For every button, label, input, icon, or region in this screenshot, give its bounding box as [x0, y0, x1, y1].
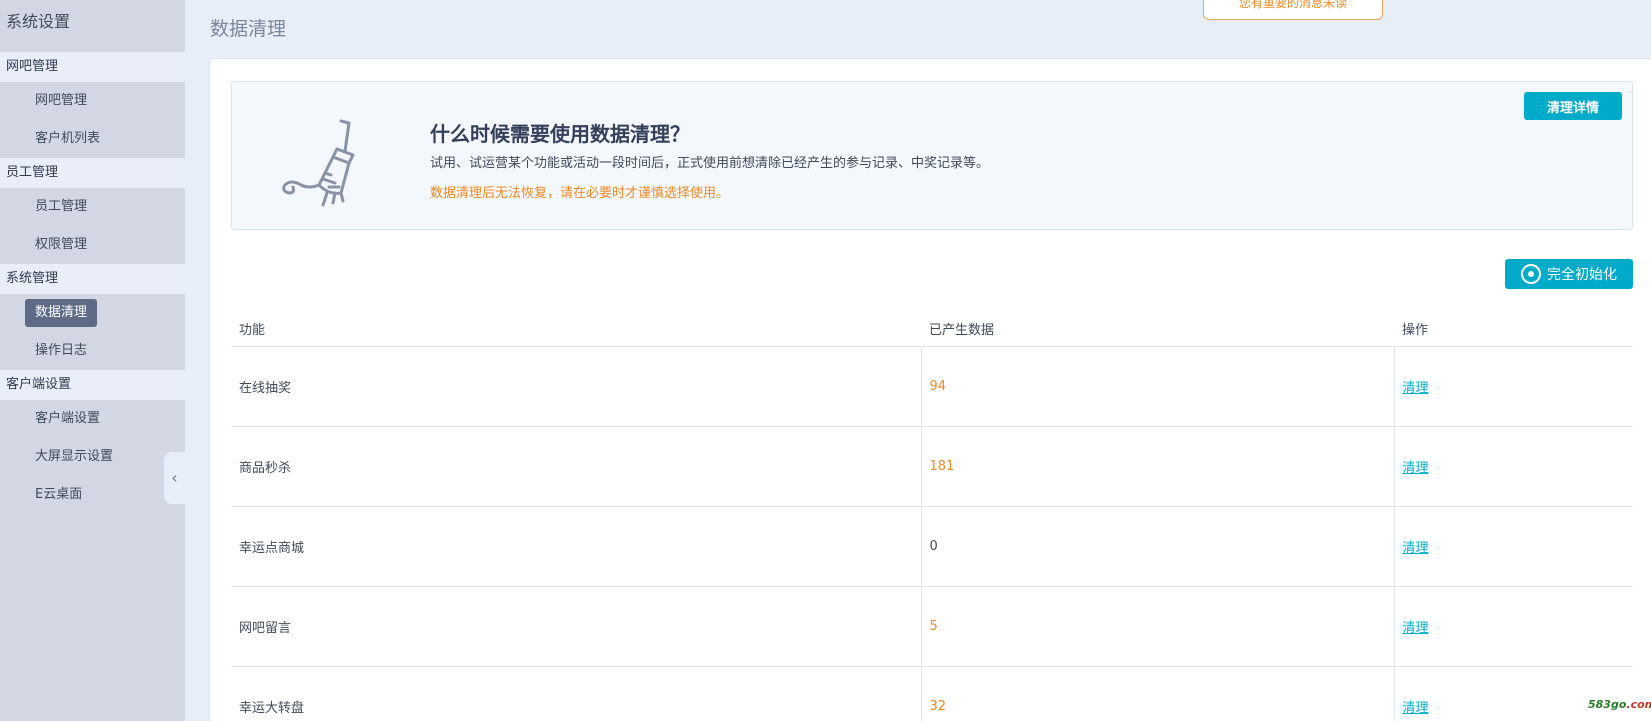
sidebar-item-label: E云桌面: [35, 487, 83, 502]
chevron-left-icon: ‹: [171, 468, 178, 487]
sidebar-item-label: 客户端设置: [35, 411, 101, 426]
data-count: 32: [920, 666, 1395, 721]
target-icon: [1521, 264, 1541, 284]
feature-name: 在线抽奖: [231, 346, 921, 427]
table-row: 商品秒杀 181 清理: [231, 426, 1633, 507]
watermark-suffix: .com: [1626, 698, 1651, 711]
sidebar-group-system: 系统管理: [0, 264, 185, 294]
feature-name: 商品秒杀: [231, 426, 921, 507]
clean-link[interactable]: 清理: [1403, 701, 1429, 716]
watermark-prefix: 583go: [1588, 698, 1627, 711]
data-count: 0: [920, 506, 1395, 587]
sidebar-item-label: 网吧管理: [35, 93, 88, 108]
sidebar-item-screen-settings[interactable]: 大屏显示设置: [0, 438, 185, 476]
sidebar-item-data-cleanup[interactable]: 数据清理: [0, 294, 185, 332]
sidebar-item-operation-log[interactable]: 操作日志: [0, 332, 185, 370]
data-count: 181: [920, 426, 1395, 507]
clean-link[interactable]: 清理: [1403, 461, 1429, 476]
notification-toast[interactable]: 您有重要的消息未读: [1203, 0, 1383, 20]
sidebar-item-netbar-manage[interactable]: 网吧管理: [0, 82, 185, 120]
column-header-count: 已产生数据: [921, 312, 1394, 347]
table-header-row: 功能 已产生数据 操作: [231, 312, 1633, 347]
info-description: 试用、试运营某个功能或活动一段时间后，正式使用前想清除已经产生的参与记录、中奖记…: [430, 156, 990, 171]
table-row: 网吧留言 5 清理: [231, 586, 1633, 667]
column-header-feature: 功能: [231, 312, 921, 347]
sidebar-item-label: 数据清理: [25, 299, 98, 327]
page-title: 数据清理: [210, 18, 287, 40]
info-title: 什么时候需要使用数据清理？: [430, 122, 690, 146]
sidebar-item-client-list[interactable]: 客户机列表: [0, 120, 185, 158]
full-init-label: 完全初始化: [1547, 267, 1617, 283]
feature-name: 幸运点商城: [231, 506, 921, 587]
info-warning: 数据清理后无法恢复，请在必要时才谨慎选择使用。: [430, 186, 730, 201]
clean-link[interactable]: 清理: [1403, 541, 1429, 556]
sidebar-item-staff-manage[interactable]: 员工管理: [0, 188, 185, 226]
broom-icon: [282, 119, 355, 207]
sidebar-item-label: 权限管理: [35, 237, 88, 252]
sidebar-group-netbar: 网吧管理: [0, 52, 185, 82]
sidebar-item-label: 客户机列表: [35, 131, 101, 146]
sidebar: 系统设置 网吧管理 网吧管理 客户机列表 员工管理 员工管理 权限管理 系统管理…: [0, 0, 185, 721]
table-row: 在线抽奖 94 清理: [231, 346, 1633, 427]
clean-link[interactable]: 清理: [1403, 621, 1429, 636]
table-row: 幸运点商城 0 清理: [231, 506, 1633, 587]
sidebar-item-client-settings[interactable]: 客户端设置: [0, 400, 185, 438]
sidebar-item-label: 大屏显示设置: [35, 449, 114, 464]
sidebar-title: 系统设置: [0, 0, 185, 52]
sidebar-group-staff: 员工管理: [0, 158, 185, 188]
feature-name: 网吧留言: [231, 586, 921, 667]
sidebar-item-label: 操作日志: [35, 343, 88, 358]
table-row: 幸运大转盘 32 清理: [231, 666, 1633, 721]
sidebar-item-ecloud-desktop[interactable]: E云桌面: [0, 476, 185, 514]
data-count: 94: [920, 346, 1395, 427]
sidebar-group-client: 客户端设置: [0, 370, 185, 400]
feature-name: 幸运大转盘: [231, 666, 921, 721]
sidebar-item-permissions[interactable]: 权限管理: [0, 226, 185, 264]
full-init-button[interactable]: 完全初始化: [1505, 259, 1633, 289]
clean-link[interactable]: 清理: [1403, 381, 1429, 396]
watermark: 583go.com: [1588, 698, 1651, 711]
data-count: 5: [920, 586, 1395, 667]
sidebar-collapse-button[interactable]: ‹: [164, 452, 185, 504]
column-header-action: 操作: [1394, 312, 1633, 347]
cleanup-details-button[interactable]: 清理详情: [1524, 92, 1622, 120]
data-table: 功能 已产生数据 操作 在线抽奖 94 清理 商品秒杀 181 清理 幸运点商城…: [231, 312, 1633, 721]
sidebar-item-label: 员工管理: [35, 199, 88, 214]
